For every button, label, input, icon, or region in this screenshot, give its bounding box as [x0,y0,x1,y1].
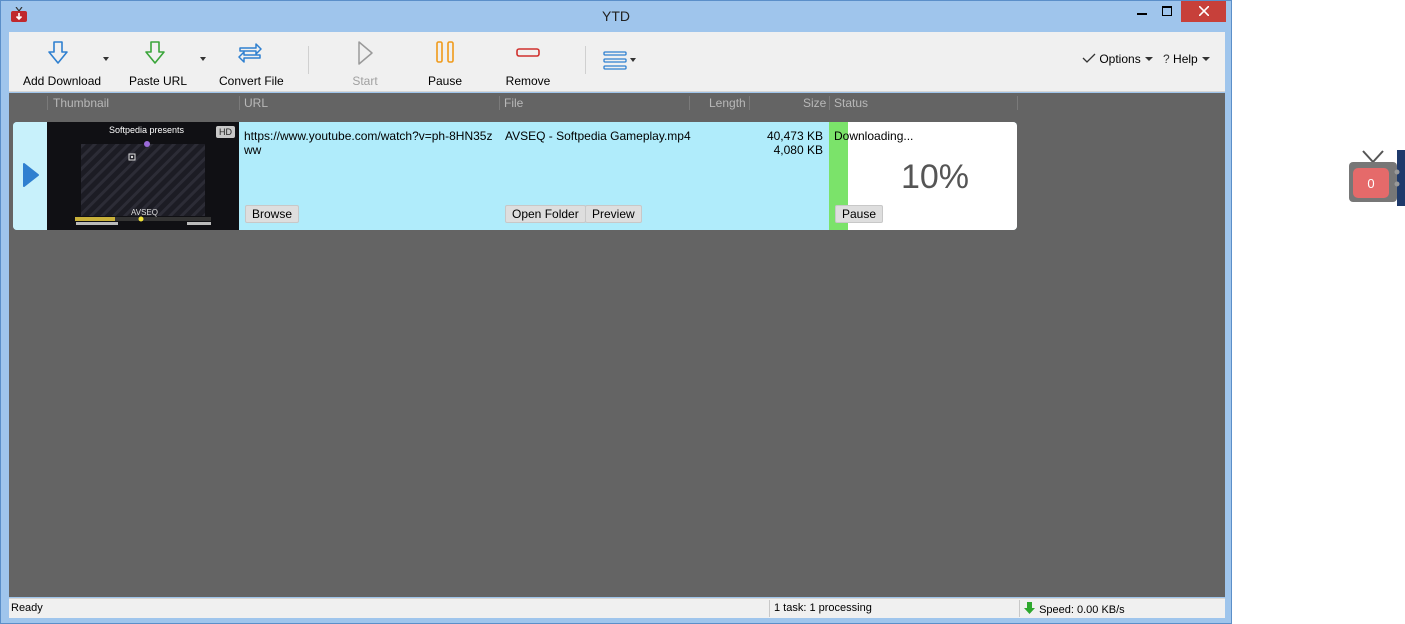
remove-icon [516,48,540,57]
preview-button[interactable]: Preview [585,205,642,223]
chevron-down-icon [1202,57,1211,61]
status-cell: Downloading... 10% Pause [829,122,1017,230]
status-separator [769,600,770,617]
list-view-icon [603,51,636,70]
download-row[interactable]: Softpedia presents HD AVSEQ https://www.… [13,122,1017,230]
thumbnail-title: Softpedia presents [109,125,185,135]
toolbar: Add Download Paste URL Convert File Star… [9,32,1225,92]
remove-button[interactable]: Remove [503,40,553,88]
add-download-button[interactable]: Add Download [23,40,102,88]
column-divider [239,96,240,110]
minimize-button[interactable] [1128,1,1156,22]
list-header: Thumbnail URL File Length Size Status [9,93,1225,113]
widget-count: 0 [1367,176,1375,191]
browse-button[interactable]: Browse [245,205,300,223]
pause-label: Pause [427,74,463,88]
help-label: Help [1173,52,1198,66]
column-file[interactable]: File [504,96,523,110]
floating-widget[interactable]: 0 [1349,150,1405,206]
paste-url-dropdown-icon[interactable] [198,54,208,64]
status-speed: Speed: 0.00 KB/s [1023,602,1125,616]
maximize-icon [1162,6,1172,16]
column-thumbnail[interactable]: Thumbnail [53,96,109,110]
convert-file-label: Convert File [219,74,284,88]
convert-arrows-icon [238,43,262,63]
start-label: Start [352,74,378,88]
status-text: Downloading... [834,129,914,143]
column-divider [499,96,500,110]
column-status[interactable]: Status [834,96,868,110]
close-button[interactable] [1181,1,1226,22]
thumbnail-caption: AVSEQ [131,208,158,217]
size-total: 40,473 KB [766,129,823,143]
download-url[interactable]: https://www.youtube.com/watch?v=ph-8HN35… [244,129,494,157]
video-thumbnail[interactable]: Softpedia presents HD AVSEQ [47,122,239,230]
options-label: Options [1099,52,1141,66]
speed-label: Speed: 0.00 KB/s [1039,604,1125,616]
column-length[interactable]: Length [709,96,746,110]
status-ready: Ready [11,602,43,614]
add-download-dropdown-icon[interactable] [101,54,111,64]
title-bar[interactable]: YTD [1,1,1231,31]
play-arrow-icon [23,163,39,187]
toolbar-separator [308,46,309,74]
paste-url-label: Paste URL [129,74,188,88]
close-icon [1197,5,1210,17]
help-menu[interactable]: ? Help [1163,52,1211,66]
column-divider [749,96,750,110]
hd-badge: HD [216,126,235,138]
convert-file-button[interactable]: Convert File [219,40,284,88]
open-folder-button[interactable]: Open Folder [505,205,586,223]
row-pause-button[interactable]: Pause [835,205,884,223]
add-download-label: Add Download [23,74,102,88]
column-size[interactable]: Size [803,96,826,110]
column-divider [829,96,830,110]
column-divider [47,96,48,110]
options-menu[interactable]: Options [1082,52,1154,66]
column-divider [1017,96,1018,110]
minimize-icon [1137,13,1147,15]
download-list: Thumbnail URL File Length Size Status So… [9,93,1225,597]
download-speed-icon [1024,602,1035,614]
question-mark-icon: ? [1163,52,1170,66]
app-window: YTD Add Download Paste URL Convert File … [0,0,1232,624]
size-downloaded: 4,080 KB [773,143,823,157]
status-tasks: 1 task: 1 processing [774,602,872,614]
remove-label: Remove [505,74,551,88]
column-url[interactable]: URL [244,96,268,110]
status-separator [1019,600,1020,617]
maximize-button[interactable] [1153,1,1181,22]
column-divider [689,96,690,110]
arrow-down-icon [48,41,68,64]
view-menu-button[interactable] [603,50,639,96]
pause-icon [436,41,454,63]
toolbar-separator [585,46,586,74]
chevron-down-icon [1145,57,1154,61]
download-size: 40,473 KB 4,080 KB [767,129,823,157]
download-filename[interactable]: AVSEQ - Softpedia Gameplay.mp4 [505,129,691,143]
arrow-down-green-icon [145,41,165,64]
play-icon [358,41,373,65]
paste-url-button[interactable]: Paste URL [129,40,188,88]
window-title: YTD [602,8,630,24]
progress-percent: 10% [900,158,970,196]
checkmark-icon [1082,53,1096,63]
row-play-toggle[interactable] [13,122,47,230]
status-bar: Ready 1 task: 1 processing Speed: 0.00 K… [9,598,1225,618]
pause-button[interactable]: Pause [425,40,465,88]
start-button[interactable]: Start [345,40,385,88]
